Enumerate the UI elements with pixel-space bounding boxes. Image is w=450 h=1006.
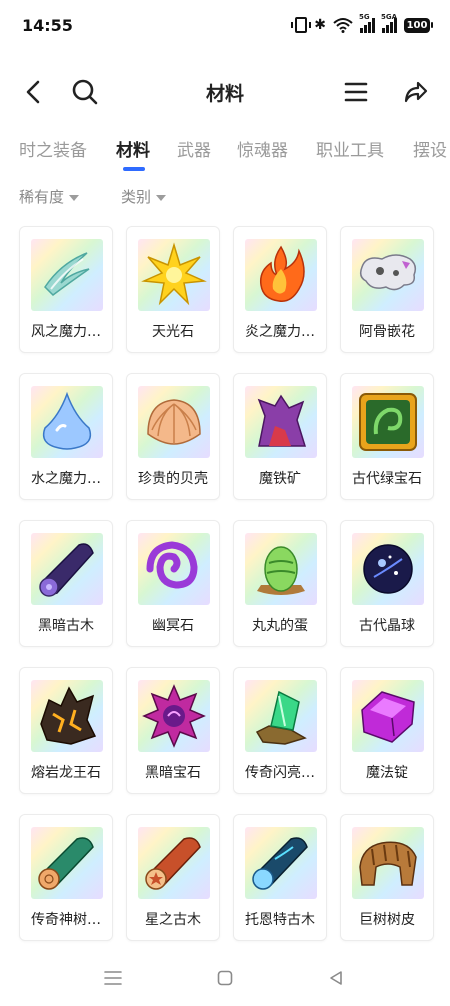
emerald-icon <box>352 386 424 458</box>
share-button[interactable] <box>398 74 434 110</box>
item-card[interactable]: 巨树树皮 <box>340 814 434 941</box>
item-name: 古代晶球 <box>359 618 415 634</box>
menu-lines-icon <box>104 971 122 985</box>
dark-gem-icon <box>138 680 210 752</box>
egg-icon <box>245 533 317 605</box>
item-name: 水之魔力… <box>31 471 101 487</box>
battery-icon: 100 <box>404 17 433 33</box>
item-name: 古代绿宝石 <box>352 471 422 487</box>
item-name: 星之古木 <box>145 912 201 928</box>
item-name: 巨树树皮 <box>359 912 415 928</box>
item-name: 黑暗古木 <box>38 618 94 634</box>
active-tab-indicator <box>123 167 145 171</box>
system-nav-bar <box>0 950 450 1006</box>
item-name: 风之魔力… <box>31 324 101 340</box>
item-card[interactable]: 风之魔力… <box>19 226 113 353</box>
page-title: 材料 <box>205 83 244 105</box>
item-card[interactable]: 古代绿宝石 <box>340 373 434 500</box>
legend-log-icon <box>31 827 103 899</box>
star-log-icon <box>138 827 210 899</box>
tab-weapons[interactable]: 武器 <box>177 136 211 161</box>
item-name: 幽冥石 <box>152 618 194 634</box>
tab-materials[interactable]: 材料 <box>116 136 150 161</box>
star-stone-icon <box>138 239 210 311</box>
share-icon <box>404 81 428 103</box>
item-card[interactable]: 水之魔力… <box>19 373 113 500</box>
signal-label-1: 5G <box>359 13 370 21</box>
rarity-filter[interactable]: 稀有度 <box>19 186 80 207</box>
shiny-crystal-icon <box>245 680 317 752</box>
item-name: 魔法锭 <box>366 765 408 781</box>
category-filter[interactable]: 类别 <box>121 186 167 207</box>
caret-down-icon <box>69 194 80 201</box>
recent-apps-button[interactable] <box>99 964 127 992</box>
item-card[interactable]: 珍贵的贝壳 <box>126 373 220 500</box>
item-card[interactable]: 幽冥石 <box>126 520 220 647</box>
status-bar: 14:55 ✱ 5G 5GA 100 <box>0 0 450 50</box>
item-card[interactable]: 古代晶球 <box>340 520 434 647</box>
rarity-filter-label: 稀有度 <box>19 188 65 206</box>
menu-button[interactable] <box>338 74 374 110</box>
wifi-icon <box>333 18 353 33</box>
tab-job-tools[interactable]: 职业工具 <box>316 136 384 161</box>
home-button[interactable] <box>211 964 239 992</box>
shell-icon <box>138 386 210 458</box>
item-name: 天光石 <box>152 324 194 340</box>
item-name: 阿骨嵌花 <box>359 324 415 340</box>
item-name: 炎之魔力… <box>245 324 315 340</box>
square-icon <box>217 970 233 986</box>
status-icons: ✱ 5G 5GA 100 <box>291 13 433 35</box>
item-name: 黑暗宝石 <box>145 765 201 781</box>
bone-icon <box>352 239 424 311</box>
signal-label-2: 5GA <box>381 13 398 21</box>
item-name: 魔铁矿 <box>259 471 301 487</box>
item-card[interactable]: 星之古木 <box>126 814 220 941</box>
tab-furniture[interactable]: 摆设 <box>413 136 447 161</box>
ingot-icon <box>352 680 424 752</box>
flame-icon <box>245 239 317 311</box>
lava-rock-icon <box>31 680 103 752</box>
item-name: 丸丸的蛋 <box>252 618 308 634</box>
signal-icon-2: 5GA <box>381 13 397 33</box>
category-filter-label: 类别 <box>121 188 152 206</box>
item-card[interactable]: 黑暗宝石 <box>126 667 220 794</box>
item-card[interactable]: 魔法锭 <box>340 667 434 794</box>
crystal-ball-icon <box>352 533 424 605</box>
water-drop-icon <box>31 386 103 458</box>
item-card[interactable]: 黑暗古木 <box>19 520 113 647</box>
header: 材料 <box>0 66 450 118</box>
tab-time-equipment[interactable]: 时之装备 <box>19 136 87 161</box>
bluetooth-icon: ✱ <box>314 17 326 33</box>
item-card[interactable]: 炎之魔力… <box>233 226 327 353</box>
item-card[interactable]: 天光石 <box>126 226 220 353</box>
tab-scare-devices[interactable]: 惊魂器 <box>237 136 288 161</box>
item-card[interactable]: 传奇神树… <box>19 814 113 941</box>
filter-bar: 稀有度 类别 <box>0 184 450 212</box>
item-card[interactable]: 熔岩龙王石 <box>19 667 113 794</box>
item-card[interactable]: 魔铁矿 <box>233 373 327 500</box>
spiral-stone-icon <box>138 533 210 605</box>
status-time: 14:55 <box>22 16 73 35</box>
item-name: 传奇神树… <box>31 912 101 928</box>
triangle-back-icon <box>330 971 342 985</box>
item-name: 传奇闪亮… <box>245 765 315 781</box>
vibrate-icon <box>291 17 312 33</box>
category-tabs: 时之装备 材料 武器 惊魂器 职业工具 摆设 <box>0 128 450 174</box>
item-name: 熔岩龙王石 <box>31 765 101 781</box>
item-card[interactable]: 传奇闪亮… <box>233 667 327 794</box>
blue-log-icon <box>245 827 317 899</box>
item-card[interactable]: 阿骨嵌花 <box>340 226 434 353</box>
item-name: 托恩特古木 <box>245 912 315 928</box>
bark-icon <box>352 827 424 899</box>
item-card[interactable]: 托恩特古木 <box>233 814 327 941</box>
dark-log-icon <box>31 533 103 605</box>
item-name: 珍贵的贝壳 <box>138 471 208 487</box>
caret-down-icon <box>156 194 167 201</box>
menu-icon <box>344 82 368 102</box>
item-card[interactable]: 丸丸的蛋 <box>233 520 327 647</box>
signal-icon-1: 5G <box>359 13 375 33</box>
wind-icon <box>31 239 103 311</box>
nav-back-button[interactable] <box>322 964 350 992</box>
ore-icon <box>245 386 317 458</box>
